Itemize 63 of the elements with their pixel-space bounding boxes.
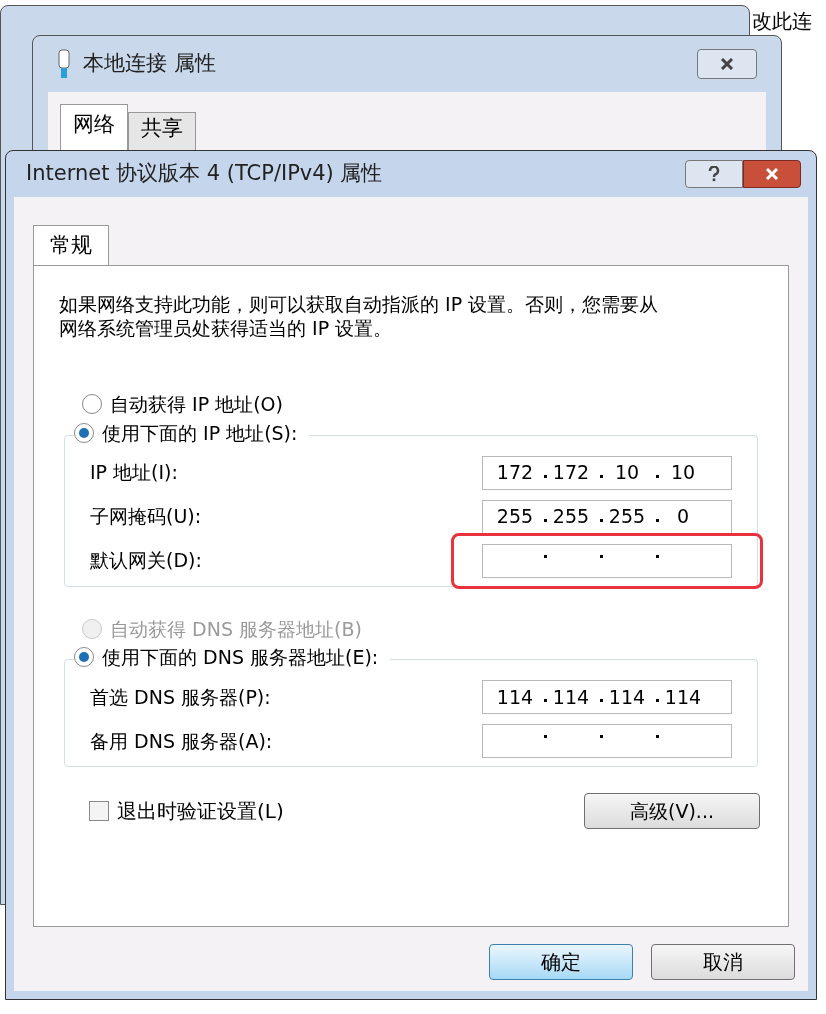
dot-separator bbox=[544, 518, 547, 522]
octet-text: 114 bbox=[495, 684, 535, 710]
background-text: 改此连 bbox=[752, 8, 812, 35]
tab[interactable]: 常规 bbox=[33, 225, 109, 265]
dialog-button[interactable]: 确定 bbox=[489, 944, 633, 980]
dot-separator bbox=[656, 699, 659, 703]
octet-text: 255 bbox=[551, 504, 591, 530]
dot-separator bbox=[656, 518, 659, 522]
tab[interactable]: 共享 bbox=[128, 112, 196, 152]
dot-separator bbox=[544, 699, 547, 703]
checkbox[interactable] bbox=[89, 801, 109, 821]
tab[interactable]: 网络 bbox=[60, 104, 128, 152]
dot-separator bbox=[656, 474, 659, 478]
close-icon bbox=[765, 168, 779, 180]
dot-separator bbox=[600, 474, 603, 478]
help-button[interactable] bbox=[685, 160, 743, 188]
checkbox-label: 退出时验证设置(L) bbox=[117, 798, 284, 825]
field-label: 首选 DNS 服务器(P): bbox=[90, 684, 271, 710]
dot-separator bbox=[600, 735, 603, 738]
window-title: Internet 协议版本 4 (TCP/IPv4) 属性 bbox=[26, 160, 383, 188]
dot-separator bbox=[544, 554, 547, 558]
close-button[interactable] bbox=[743, 160, 801, 188]
dialog-button[interactable]: 取消 bbox=[651, 944, 795, 980]
dot-separator bbox=[544, 735, 547, 738]
network-cable-icon bbox=[57, 49, 71, 79]
ip-address-field[interactable] bbox=[482, 724, 732, 758]
octet-text: 10 bbox=[669, 460, 697, 486]
radio-label: 使用下面的 DNS 服务器地址(E): bbox=[102, 645, 379, 670]
octet-text: 255 bbox=[607, 504, 647, 530]
field-label: IP 地址(I): bbox=[90, 460, 178, 486]
radio-button[interactable] bbox=[74, 647, 94, 668]
field-label: 备用 DNS 服务器(A): bbox=[90, 728, 273, 754]
octet-text: 114 bbox=[551, 684, 591, 710]
dot-separator bbox=[544, 474, 547, 478]
radio-label: 自动获得 DNS 服务器地址(B) bbox=[110, 616, 362, 642]
radio-button[interactable] bbox=[82, 394, 102, 415]
dot-separator bbox=[656, 735, 659, 738]
radio-button[interactable] bbox=[74, 422, 94, 443]
close-button[interactable] bbox=[697, 49, 757, 79]
ip-address-field[interactable]: 114 114 114 114 bbox=[482, 680, 732, 714]
ip-address-field[interactable]: 255 255 255 0 bbox=[482, 499, 732, 534]
dot-separator bbox=[656, 554, 659, 558]
radio-label: 使用下面的 IP 地址(S): bbox=[102, 420, 298, 446]
window-title: 本地连接 属性 bbox=[83, 50, 216, 78]
dot-separator bbox=[600, 554, 603, 558]
description-text: 如果网络支持此功能，则可以获取自动指派的 IP 设置。否则，您需要从网络系统管理员处获得适当的 IP 设置。 bbox=[59, 292, 659, 340]
advanced-button[interactable]: 高级(V)... bbox=[584, 793, 760, 829]
radio-label: 自动获得 IP 地址(O) bbox=[110, 392, 283, 417]
ip-address-field[interactable] bbox=[482, 543, 732, 578]
octet-text: 10 bbox=[613, 460, 641, 486]
octet-text: 114 bbox=[663, 684, 703, 710]
octet-text: 172 bbox=[495, 460, 535, 486]
octet-text: 114 bbox=[607, 684, 647, 710]
ip-address-field[interactable]: 172 172 10 10 bbox=[482, 455, 732, 490]
help-icon bbox=[708, 166, 720, 182]
dot-separator bbox=[600, 699, 603, 703]
octet-text: 0 bbox=[675, 504, 691, 530]
field-label: 默认网关(D): bbox=[90, 548, 202, 574]
octet-text: 172 bbox=[551, 460, 591, 486]
field-label: 子网掩码(U): bbox=[90, 504, 202, 530]
close-icon bbox=[720, 58, 734, 70]
dot-separator bbox=[600, 518, 603, 522]
octet-text: 255 bbox=[495, 504, 535, 530]
